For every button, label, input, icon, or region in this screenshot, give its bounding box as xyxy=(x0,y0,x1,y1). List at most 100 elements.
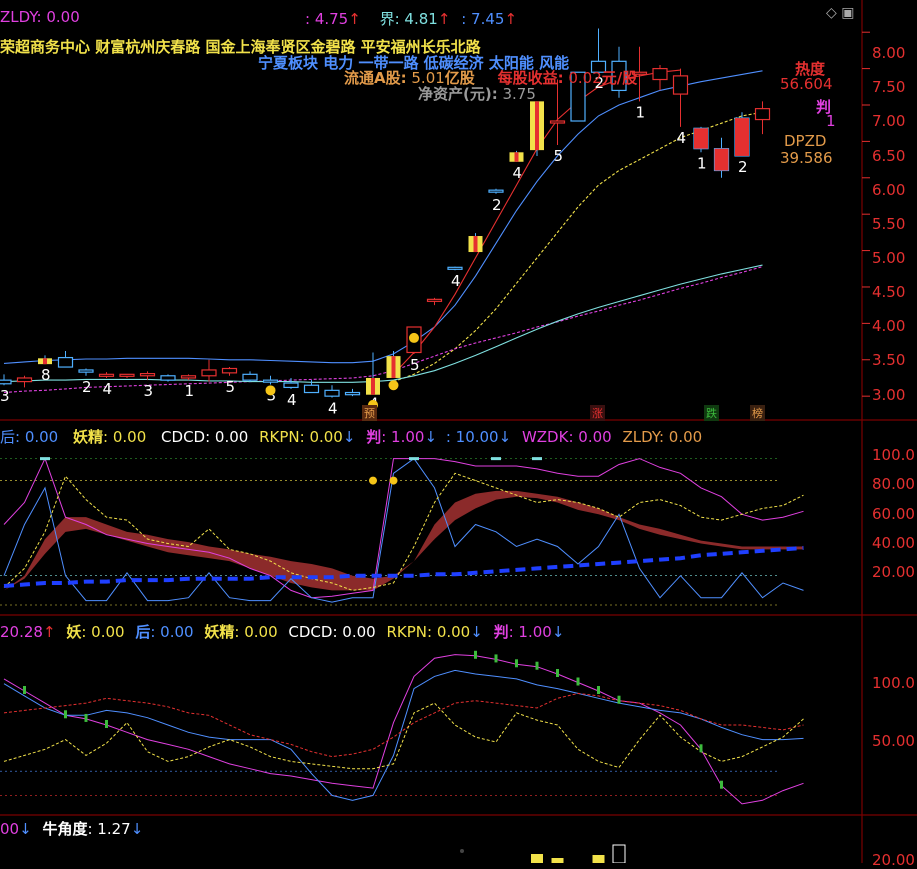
price-tick: 5.00 xyxy=(872,249,906,267)
price-tick: 4.00 xyxy=(872,317,906,335)
oscillator-axis: 100.0 80.00 60.00 40.00 20.00 xyxy=(862,420,917,615)
candle-body xyxy=(549,120,566,124)
signal-dot xyxy=(389,476,398,485)
zldy-value: ZLDY: 0.00 xyxy=(0,8,80,26)
arrow-down-icon: ↓ xyxy=(424,428,438,446)
green-tick xyxy=(535,661,539,670)
indicator-axis: 100.0 50.00 xyxy=(862,615,917,815)
dpzd-label: DPZD xyxy=(784,132,827,150)
price-tick: 7.00 xyxy=(872,112,906,130)
cdcd-value-3: CDCD: 0.00 xyxy=(288,623,376,641)
nav-label: 净资产(元): xyxy=(418,85,498,103)
wave-number-label: 3 xyxy=(144,382,154,400)
arrow-down-icon: ↓ xyxy=(342,428,356,446)
cursor-dot xyxy=(460,849,464,853)
signal-bang: 榜 xyxy=(750,405,765,421)
green-tick xyxy=(494,654,498,663)
vol-tick: 20.00 xyxy=(872,851,915,869)
candle-fill xyxy=(694,128,708,149)
green-tick xyxy=(105,720,108,728)
restore-icon[interactable]: ▣ xyxy=(841,5,854,21)
pan-value: 1 xyxy=(826,112,836,130)
value-7-45: : 7.45 xyxy=(461,10,505,28)
price-tick: 4.50 xyxy=(872,283,906,301)
candle-body xyxy=(98,373,115,377)
price-axis: 8.00 7.50 7.00 6.50 6.00 5.50 5.00 4.50 … xyxy=(862,0,917,420)
wave-number-label: 4 xyxy=(287,391,297,409)
candle-body xyxy=(139,372,156,377)
candle-body xyxy=(78,369,94,373)
diamond-icon[interactable]: ◇ xyxy=(826,5,837,21)
osc-tick: 80.00 xyxy=(872,475,915,493)
panel1-header-row1: ZLDY: 0.00 xyxy=(0,8,80,26)
green-tick xyxy=(515,659,518,668)
candle-stripe xyxy=(391,356,396,378)
wave-number-label: 4 xyxy=(103,380,113,398)
rkpn-value: RKPN: 0.00 xyxy=(259,428,343,446)
nav-value: 3.75 xyxy=(502,85,536,103)
yao-value: : 0.00 xyxy=(81,623,125,641)
pan-value-2: : 1.00 xyxy=(381,428,425,446)
arrow-down-icon: ↓ xyxy=(551,623,565,641)
trend-ribbon xyxy=(291,561,312,588)
panel3-header: 20.28↑ 妖: 0.00 后: 0.00 妖精: 0.00 CDCD: 0.… xyxy=(0,621,564,642)
candle-body xyxy=(262,379,279,383)
wave-number-label: 1 xyxy=(697,154,707,172)
wave-number-label: 2 xyxy=(492,196,502,214)
volume-bar xyxy=(551,858,564,863)
osc-tick: 20.00 xyxy=(872,563,915,581)
yaojing-label: 妖精 xyxy=(73,428,104,446)
heat-value: 56.604 xyxy=(780,75,833,93)
green-tick xyxy=(699,744,703,753)
zldy-value-2: ZLDY: 0.00 xyxy=(622,428,703,446)
arrow-down-icon: ↓ xyxy=(19,820,32,838)
green-tick xyxy=(617,695,621,704)
price-tick: 8.00 xyxy=(872,44,906,62)
green-tick xyxy=(84,713,88,722)
candle-body xyxy=(488,189,504,193)
panel4-header: 00↓ 牛角度: 1.27↓ xyxy=(0,818,143,839)
candle-body xyxy=(160,375,176,381)
value-00: 00 xyxy=(0,820,20,838)
eps-value: 0.02 xyxy=(568,69,602,87)
arrow-up-icon: ↑ xyxy=(504,10,518,28)
value-4-75: : 4.75 xyxy=(305,10,349,28)
candle-stripe xyxy=(371,377,375,395)
candle-body xyxy=(324,389,340,397)
arrow-up-icon: ↑ xyxy=(437,10,451,28)
volume-bar xyxy=(531,854,543,863)
window-controls[interactable]: ◇ ▣ xyxy=(826,5,854,21)
arrow-down-icon: ↓ xyxy=(130,820,144,838)
jie-value: : 4.81 xyxy=(394,10,438,28)
hou-value-3: : 0.00 xyxy=(150,623,194,641)
bull-angle-label: 牛角度 xyxy=(42,820,88,838)
price-tick: 7.50 xyxy=(872,78,906,96)
arrow-down-icon: ↓ xyxy=(470,623,483,641)
nav-line: 净资产(元): 3.75 xyxy=(418,83,536,104)
signal-yu: 预 xyxy=(362,405,377,421)
cdcd-value: CDCD: 0.00 xyxy=(161,428,249,446)
candle-stripe xyxy=(514,152,519,162)
green-tick xyxy=(720,780,723,789)
green-tick xyxy=(64,710,67,719)
volume-bar xyxy=(592,855,605,863)
osc-tick: 60.00 xyxy=(872,505,915,523)
wave-number-label: 1 xyxy=(185,382,195,400)
panel2-header: 后: 0.00 妖精: 0.00 CDCD: 0.00 RKPN: 0.00↓ … xyxy=(0,426,702,447)
wave-number-label: 5 xyxy=(554,147,564,165)
signal-dot xyxy=(265,385,276,396)
candle-body xyxy=(672,75,689,95)
green-tick xyxy=(474,650,477,659)
wave-number-label: 4 xyxy=(328,400,338,418)
price-tick: 6.00 xyxy=(872,181,906,199)
hou-value: 后: 0.00 xyxy=(0,428,59,446)
wave-number-label: 1 xyxy=(636,103,646,121)
candle-body xyxy=(57,356,74,368)
candle-stripe xyxy=(473,236,478,253)
arrow-down-icon: ↓ xyxy=(498,428,512,446)
wave-number-label: 5 xyxy=(226,378,236,396)
signal-zhang: 涨 xyxy=(590,405,605,421)
volume-axis: 20.00 xyxy=(862,815,917,869)
candle-body xyxy=(754,108,771,121)
candle-body xyxy=(303,384,320,394)
